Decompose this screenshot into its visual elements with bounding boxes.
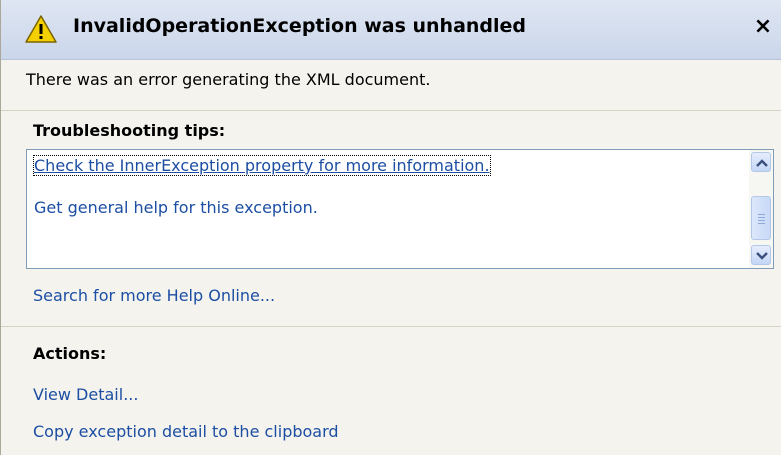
tips-scrollbar[interactable]: [749, 150, 773, 268]
copy-exception-detail-link[interactable]: Copy exception detail to the clipboard: [33, 422, 339, 441]
tip-link-general-help[interactable]: Get general help for this exception.: [34, 198, 318, 217]
actions-heading: Actions:: [33, 344, 107, 363]
close-icon[interactable]: ×: [751, 14, 775, 40]
scroll-down-button[interactable]: [751, 245, 771, 265]
divider: [1, 326, 781, 327]
chevron-up-icon: [756, 159, 768, 167]
troubleshooting-tips-list[interactable]: Check the InnerException property for mo…: [26, 149, 774, 269]
tip-link-inner-exception[interactable]: Check the InnerException property for mo…: [33, 155, 491, 176]
error-message: There was an error generating the XML do…: [26, 70, 431, 89]
divider: [1, 110, 781, 111]
view-detail-link[interactable]: View Detail...: [33, 385, 138, 404]
troubleshooting-heading: Troubleshooting tips:: [33, 121, 226, 140]
title-bar: InvalidOperationException was unhandled …: [1, 0, 781, 60]
dialog-title: InvalidOperationException was unhandled: [73, 15, 527, 37]
scroll-thumb[interactable]: [751, 196, 771, 240]
scroll-up-button[interactable]: [751, 152, 771, 172]
search-help-online-link[interactable]: Search for more Help Online...: [33, 286, 275, 305]
exception-assistant-dialog: InvalidOperationException was unhandled …: [0, 0, 781, 455]
chevron-down-icon: [756, 252, 768, 260]
warning-icon: [25, 15, 57, 43]
